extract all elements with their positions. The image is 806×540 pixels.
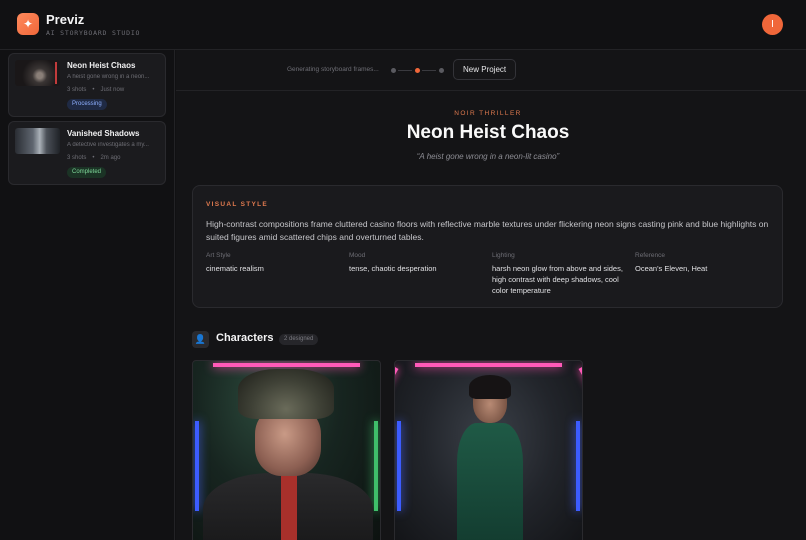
neon-light bbox=[374, 421, 378, 511]
style-attribute: Lighting harsh neon glow from above and … bbox=[492, 252, 632, 296]
status-badge: Completed bbox=[67, 167, 107, 178]
neon-light bbox=[195, 421, 199, 511]
project-card-vanished-shadows[interactable]: Vanished Shadows A detective investigate… bbox=[8, 121, 166, 185]
project-time: Just now bbox=[100, 87, 125, 93]
user-avatar[interactable]: I bbox=[762, 14, 783, 35]
character-dress bbox=[457, 423, 523, 540]
characters-heading: Characters bbox=[216, 332, 274, 344]
step-connector bbox=[422, 70, 436, 71]
style-attribute: Mood tense, chaotic desperation bbox=[349, 252, 489, 274]
person-icon: 👤 bbox=[192, 331, 209, 348]
visual-style-label: VISUAL STYLE bbox=[206, 201, 269, 208]
generation-toolbar: Generating storyboard frames... New Proj… bbox=[176, 50, 806, 91]
step-dot bbox=[391, 68, 396, 73]
attribute-key: Reference bbox=[635, 252, 665, 259]
character-hair bbox=[469, 375, 511, 399]
neon-light bbox=[415, 363, 562, 367]
top-bar: ✦ Previz AI STORYBOARD STUDIO I bbox=[0, 0, 806, 50]
main-content: Generating storyboard frames... New Proj… bbox=[176, 50, 806, 540]
step-dot-active bbox=[415, 68, 420, 73]
project-meta: 3 shots • 2m ago bbox=[67, 155, 120, 161]
generating-status: Generating storyboard frames... bbox=[287, 66, 379, 73]
project-time: 2m ago bbox=[100, 155, 121, 161]
project-thumbnail bbox=[15, 60, 60, 86]
story-genre: NOIR THRILLER bbox=[454, 110, 522, 117]
story-title: Neon Heist Chaos bbox=[406, 122, 570, 143]
attribute-value: Ocean's Eleven, Heat bbox=[635, 264, 708, 273]
project-description: A detective investigates a my... bbox=[67, 142, 149, 148]
new-project-button[interactable]: New Project bbox=[453, 59, 517, 80]
app-logo[interactable]: ✦ bbox=[17, 13, 39, 35]
character-hat bbox=[238, 369, 334, 419]
project-card-neon-heist-chaos[interactable]: Neon Heist Chaos A heist gone wrong in a… bbox=[8, 53, 166, 117]
neon-light bbox=[578, 367, 582, 413]
neon-light bbox=[397, 421, 401, 511]
character-tie bbox=[281, 473, 297, 540]
meta-separator: • bbox=[92, 87, 95, 93]
neon-light bbox=[395, 367, 399, 413]
project-sidebar: Neon Heist Chaos A heist gone wrong in a… bbox=[0, 50, 175, 540]
attribute-key: Art Style bbox=[206, 252, 231, 259]
attribute-value: cinematic realism bbox=[206, 264, 264, 273]
neon-light bbox=[213, 363, 360, 367]
visual-style-card: VISUAL STYLE High-contrast compositions … bbox=[192, 185, 783, 308]
shot-count: 3 shots bbox=[67, 155, 87, 161]
project-title: Vanished Shadows bbox=[67, 129, 140, 138]
status-badge: Processing bbox=[67, 99, 107, 110]
project-title: Neon Heist Chaos bbox=[67, 61, 136, 70]
step-connector bbox=[398, 70, 412, 71]
attribute-key: Mood bbox=[349, 252, 366, 259]
sparkle-icon: ✦ bbox=[22, 17, 34, 31]
story-logline: “A heist gone wrong in a neon-lit casino… bbox=[416, 152, 560, 161]
project-meta: 3 shots • Just now bbox=[67, 87, 124, 93]
attribute-key: Lighting bbox=[492, 252, 515, 259]
character-card[interactable] bbox=[394, 360, 583, 540]
project-description: A heist gone wrong in a neon... bbox=[67, 74, 150, 80]
shot-count: 3 shots bbox=[67, 87, 87, 93]
neon-light bbox=[576, 421, 580, 511]
project-thumbnail bbox=[15, 128, 60, 154]
attribute-value: tense, chaotic desperation bbox=[349, 264, 437, 273]
step-dot bbox=[439, 68, 444, 73]
visual-style-description: High-contrast compositions frame clutter… bbox=[206, 219, 769, 242]
character-card[interactable] bbox=[192, 360, 381, 540]
style-attribute: Reference Ocean's Eleven, Heat bbox=[635, 252, 775, 274]
meta-separator: • bbox=[92, 155, 95, 161]
attribute-value: harsh neon glow from above and sides, hi… bbox=[492, 264, 623, 295]
style-attribute: Art Style cinematic realism bbox=[206, 252, 346, 274]
app-tagline: AI STORYBOARD STUDIO bbox=[46, 29, 141, 37]
app-name: Previz bbox=[46, 12, 85, 27]
characters-count-badge: 2 designed bbox=[279, 334, 319, 345]
